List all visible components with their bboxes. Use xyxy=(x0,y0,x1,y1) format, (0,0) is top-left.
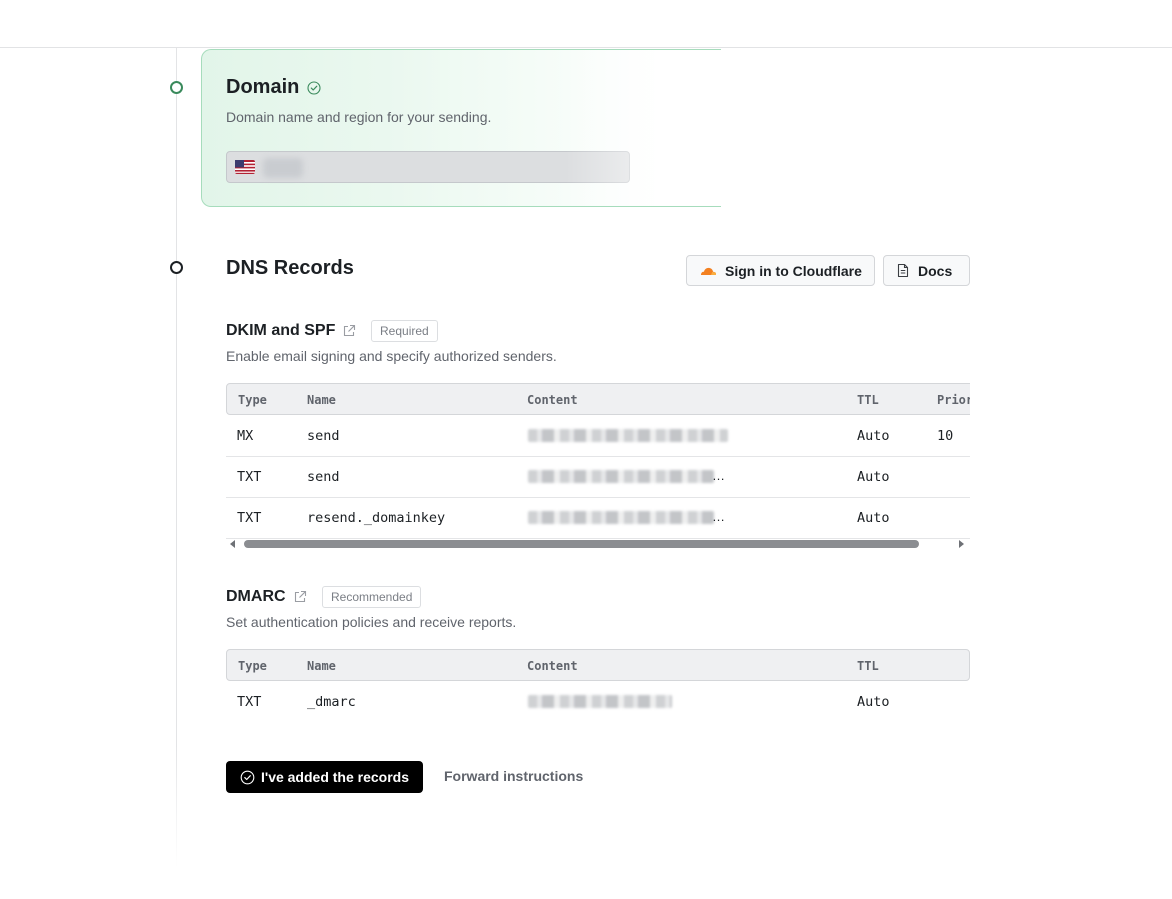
record-ttl: Auto xyxy=(857,428,890,444)
dmarc-table[interactable]: Type Name Content TTL TXT _dmarc Auto xyxy=(226,649,970,724)
table-row[interactable]: TXT send … Auto xyxy=(226,456,970,498)
document-icon xyxy=(897,263,909,278)
dmarc-description: Set authentication policies and receive … xyxy=(226,614,517,630)
timeline-line xyxy=(176,48,177,868)
record-name[interactable]: resend._domainkey xyxy=(307,510,445,526)
table-row[interactable]: MX send Auto 10 xyxy=(226,415,970,457)
us-flag-icon xyxy=(235,160,255,174)
scroll-right-arrow-icon[interactable] xyxy=(959,540,964,548)
check-circle-icon xyxy=(307,81,321,95)
docs-button[interactable]: Docs xyxy=(883,255,970,286)
record-name[interactable]: send xyxy=(307,428,340,444)
step-indicator-dns xyxy=(170,261,183,274)
dmarc-title: DMARC xyxy=(226,588,286,605)
table-header: Type Name Content TTL Priority xyxy=(226,383,970,415)
column-header-type: Type xyxy=(238,659,267,673)
record-content-redacted[interactable] xyxy=(528,695,672,708)
column-header-priority: Priority xyxy=(937,393,970,407)
table-row[interactable]: TXT _dmarc Auto xyxy=(226,681,970,722)
record-type: MX xyxy=(237,428,254,444)
record-ttl: Auto xyxy=(857,469,890,485)
truncation-ellipsis: … xyxy=(712,468,725,483)
record-priority: 10 xyxy=(937,428,954,444)
record-type: TXT xyxy=(237,469,262,485)
added-records-label: I've added the records xyxy=(260,769,410,785)
forward-instructions-link[interactable]: Forward instructions xyxy=(444,768,583,784)
column-header-content: Content xyxy=(527,393,578,407)
column-header-ttl: TTL xyxy=(857,659,879,673)
domain-title: Domain xyxy=(226,76,300,98)
step-indicator-domain xyxy=(170,81,183,94)
column-header-name: Name xyxy=(307,393,336,407)
dkim-spf-title: DKIM and SPF xyxy=(226,322,336,339)
dkim-spf-table[interactable]: Type Name Content TTL Priority MX send A… xyxy=(226,383,970,555)
external-link-icon[interactable] xyxy=(293,590,307,604)
domain-field[interactable] xyxy=(226,151,630,183)
scrollbar-thumb[interactable] xyxy=(244,540,919,548)
column-header-content: Content xyxy=(527,659,578,673)
truncation-ellipsis: … xyxy=(712,509,725,524)
required-badge: Required xyxy=(371,320,438,342)
dns-records-title: DNS Records xyxy=(226,257,354,279)
record-name[interactable]: _dmarc xyxy=(307,694,356,710)
record-content-redacted[interactable] xyxy=(528,511,714,524)
record-content-redacted[interactable] xyxy=(528,429,728,442)
domain-description: Domain name and region for your sending. xyxy=(226,109,492,125)
docs-label: Docs xyxy=(918,262,953,279)
table-header: Type Name Content TTL xyxy=(226,649,970,681)
cloudflare-icon xyxy=(701,267,716,275)
record-name[interactable]: send xyxy=(307,469,340,485)
record-type: TXT xyxy=(237,694,262,710)
top-bar xyxy=(0,0,1172,48)
added-records-button[interactable]: I've added the records xyxy=(226,761,423,793)
dkim-spf-description: Enable email signing and specify authori… xyxy=(226,348,557,364)
check-circle-icon xyxy=(240,770,255,784)
horizontal-scrollbar[interactable] xyxy=(226,537,970,551)
record-type: TXT xyxy=(237,510,262,526)
table-row[interactable]: TXT resend._domainkey … Auto xyxy=(226,497,970,539)
record-content-redacted[interactable] xyxy=(528,470,714,483)
domain-card: Domain Domain name and region for your s… xyxy=(201,49,721,207)
record-ttl: Auto xyxy=(857,510,890,526)
scroll-left-arrow-icon[interactable] xyxy=(230,540,235,548)
recommended-badge: Recommended xyxy=(322,586,422,608)
sign-in-cloudflare-label: Sign in to Cloudflare xyxy=(725,262,862,279)
column-header-name: Name xyxy=(307,659,336,673)
sign-in-cloudflare-button[interactable]: Sign in to Cloudflare xyxy=(686,255,875,286)
record-ttl: Auto xyxy=(857,694,890,710)
domain-value-redacted xyxy=(263,158,303,178)
column-header-ttl: TTL xyxy=(857,393,879,407)
external-link-icon[interactable] xyxy=(342,324,356,338)
column-header-type: Type xyxy=(238,393,267,407)
